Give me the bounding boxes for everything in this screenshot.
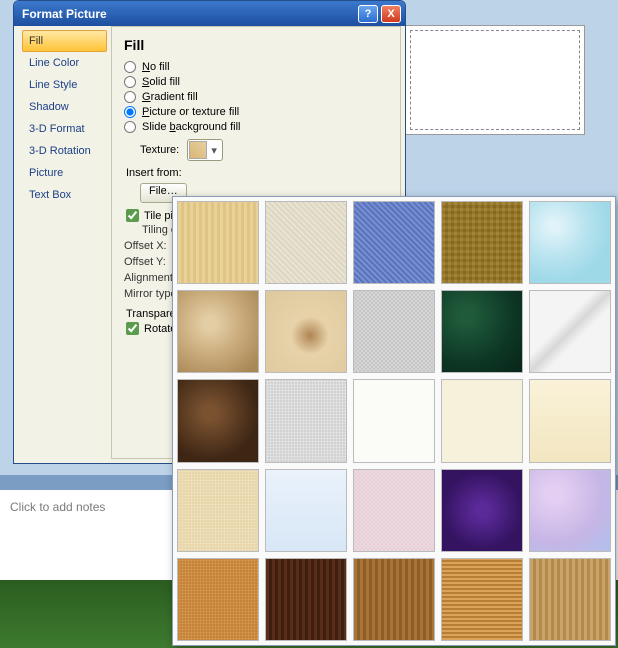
close-button[interactable]: X: [381, 5, 401, 23]
sidebar-item-shadow[interactable]: Shadow: [22, 96, 107, 118]
texture-cork[interactable]: [177, 558, 259, 641]
texture-newsprint[interactable]: [265, 379, 347, 462]
texture-recycled-paper[interactable]: [353, 379, 435, 462]
texture-walnut[interactable]: [265, 558, 347, 641]
radio-no-fill-label[interactable]: No fill: [142, 61, 170, 73]
radio-gradient-fill-label[interactable]: Gradient fill: [142, 91, 198, 103]
texture-bouquet[interactable]: [529, 469, 611, 552]
radio-solid-fill-row: Solid fill: [124, 76, 388, 88]
radio-slide-bg-fill-row: Slide background fill: [124, 121, 388, 133]
sidebar-item-text-box[interactable]: Text Box: [22, 184, 107, 206]
texture-brown-marble[interactable]: [177, 379, 259, 462]
texture-blue-tissue[interactable]: [265, 469, 347, 552]
help-button[interactable]: ?: [358, 5, 378, 23]
texture-swatch-icon: [189, 141, 207, 159]
alignment-label: Alignment:: [124, 272, 176, 284]
sidebar-item-line-color[interactable]: Line Color: [22, 52, 107, 74]
texture-dropdown[interactable]: ▾: [187, 139, 223, 161]
texture-label: Texture:: [140, 144, 179, 156]
sidebar-item-line-style[interactable]: Line Style: [22, 74, 107, 96]
radio-picture-texture-fill-label[interactable]: Picture or texture fill: [142, 106, 239, 118]
texture-granite[interactable]: [353, 290, 435, 373]
texture-green-marble[interactable]: [441, 290, 523, 373]
slide-canvas: [405, 25, 585, 135]
texture-dark-oak[interactable]: [441, 558, 523, 641]
texture-woven-mat[interactable]: [441, 201, 523, 284]
radio-gradient-fill-row: Gradient fill: [124, 91, 388, 103]
texture-stationery[interactable]: [529, 379, 611, 462]
insert-from-label: Insert from:: [126, 167, 388, 179]
radio-solid-fill[interactable]: [124, 76, 136, 88]
texture-parchment[interactable]: [441, 379, 523, 462]
texture-water-droplets[interactable]: [529, 201, 611, 284]
dialog-sidebar: Fill Line Color Line Style Shadow 3-D Fo…: [18, 26, 111, 459]
texture-medium-wood[interactable]: [353, 558, 435, 641]
radio-picture-texture-fill-row: Picture or texture fill: [124, 106, 388, 118]
radio-solid-fill-label[interactable]: Solid fill: [142, 76, 180, 88]
texture-row: Texture: ▾: [140, 139, 388, 161]
texture-grid: [177, 201, 611, 641]
texture-fish-fossil[interactable]: [265, 290, 347, 373]
sidebar-item-fill[interactable]: Fill: [22, 30, 107, 52]
dialog-titlebar[interactable]: Format Picture ? X: [14, 1, 405, 26]
radio-no-fill-row: No fill: [124, 61, 388, 73]
picture-placeholder[interactable]: [410, 30, 580, 130]
texture-canvas[interactable]: [265, 201, 347, 284]
texture-white-marble[interactable]: [529, 290, 611, 373]
radio-slide-bg-fill[interactable]: [124, 121, 136, 133]
texture-pink-tissue[interactable]: [353, 469, 435, 552]
tile-checkbox[interactable]: [126, 209, 139, 222]
notes-placeholder-text: Click to add notes: [10, 500, 105, 514]
offset-y-label: Offset Y:: [124, 256, 166, 268]
offset-x-label: Offset X:: [124, 240, 167, 252]
fill-heading: Fill: [124, 37, 388, 53]
texture-purple-mesh[interactable]: [441, 469, 523, 552]
texture-light-wood[interactable]: [529, 558, 611, 641]
texture-paper-bag[interactable]: [177, 290, 259, 373]
chevron-down-icon: ▾: [207, 144, 221, 157]
radio-no-fill[interactable]: [124, 61, 136, 73]
sidebar-item-picture[interactable]: Picture: [22, 162, 107, 184]
texture-sand[interactable]: [177, 469, 259, 552]
dialog-title: Format Picture: [22, 7, 107, 21]
rotate-checkbox[interactable]: [126, 322, 139, 335]
sidebar-item-3d-rotation[interactable]: 3-D Rotation: [22, 140, 107, 162]
radio-gradient-fill[interactable]: [124, 91, 136, 103]
texture-oak[interactable]: [177, 201, 259, 284]
texture-denim[interactable]: [353, 201, 435, 284]
window-buttons: ? X: [358, 5, 401, 23]
texture-palette-popup: [172, 196, 616, 646]
radio-picture-texture-fill[interactable]: [124, 106, 136, 118]
radio-slide-bg-fill-label[interactable]: Slide background fill: [142, 121, 240, 133]
sidebar-item-3d-format[interactable]: 3-D Format: [22, 118, 107, 140]
